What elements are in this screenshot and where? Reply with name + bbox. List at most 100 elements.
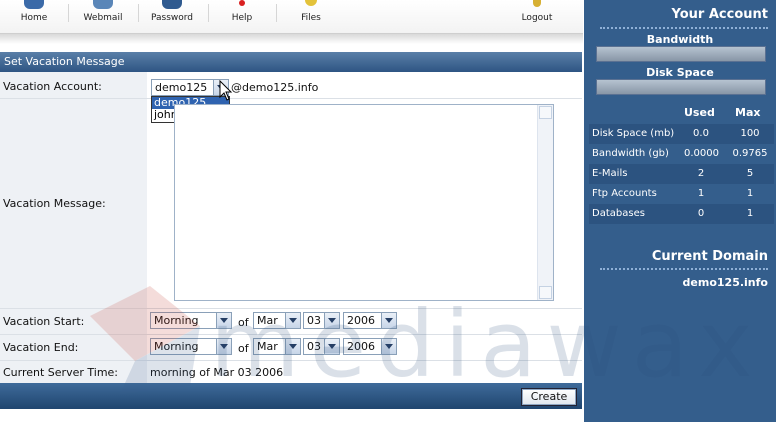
help-icon	[239, 0, 245, 6]
vacation-account-value: demo125	[155, 81, 208, 94]
table-row: Bandwidth (gb) 0.0000 0.9765	[589, 144, 774, 164]
dotted-divider	[600, 268, 768, 270]
scroll-up-icon[interactable]	[539, 106, 552, 119]
table-row: Databases 0 1	[589, 204, 774, 224]
toolbar-help-label: Help	[231, 13, 253, 23]
toolbar-files-label: Files	[301, 13, 321, 23]
toolbar-home[interactable]: Home	[14, 0, 54, 34]
home-icon	[24, 0, 44, 9]
start-month-value: Mar	[257, 314, 278, 327]
vacation-message-textarea[interactable]	[174, 104, 554, 301]
start-day-value: 03	[307, 314, 321, 327]
end-period-select[interactable]: Morning	[150, 338, 232, 355]
table-row: Disk Space (mb) 0.0 100	[589, 124, 774, 144]
vacation-message-label: Vacation Message:	[3, 197, 106, 210]
table-row: E-Mails 2 5	[589, 164, 774, 184]
stat-used: 2	[697, 168, 705, 179]
start-day-select[interactable]: 03	[303, 312, 340, 329]
start-month-select[interactable]: Mar	[253, 312, 301, 329]
row-divider	[0, 98, 582, 99]
section-header: Set Vacation Message	[0, 52, 582, 72]
chevron-down-icon[interactable]	[324, 313, 339, 328]
end-year-value: 2006	[347, 340, 375, 353]
stat-max: 1	[746, 208, 754, 219]
chevron-down-icon[interactable]	[285, 313, 300, 328]
chevron-down-icon[interactable]	[381, 339, 396, 354]
toolbar-webmail-label: Webmail	[83, 13, 123, 23]
account-domain: @demo125.info	[231, 81, 319, 94]
bandwidth-label: Bandwidth	[646, 33, 714, 46]
end-day-select[interactable]: 03	[303, 338, 340, 355]
toolbar-divider	[138, 4, 139, 22]
start-year-value: 2006	[347, 314, 375, 327]
disk-space-bar	[596, 79, 766, 95]
start-year-select[interactable]: 2006	[343, 312, 397, 329]
vacation-account-label: Vacation Account:	[3, 80, 102, 93]
files-icon	[305, 0, 317, 6]
start-period-value: Morning	[154, 314, 199, 327]
end-month-select[interactable]: Mar	[253, 338, 301, 355]
disk-space-label: Disk Space	[646, 66, 714, 79]
toolbar-files[interactable]: Files	[298, 0, 324, 34]
toolbar-home-label: Home	[20, 13, 48, 23]
current-domain-value: demo125.info	[682, 276, 768, 289]
stat-name: Databases	[592, 208, 645, 219]
toolbar-help[interactable]: Help	[228, 0, 256, 34]
toolbar-divider	[68, 4, 69, 22]
end-year-select[interactable]: 2006	[343, 338, 397, 355]
account-sidebar: Your Account Bandwidth Disk Space Used M…	[584, 0, 776, 422]
toolbar-logout[interactable]: Logout	[518, 0, 556, 34]
table-row: Ftp Accounts 1 1	[589, 184, 774, 204]
toolbar-divider	[276, 4, 277, 22]
textarea-scrollbar[interactable]	[537, 105, 553, 300]
label-column	[0, 72, 147, 383]
chevron-down-icon[interactable]	[216, 313, 231, 328]
stat-name: Disk Space (mb)	[592, 128, 675, 139]
of-text: of	[238, 342, 249, 355]
toolbar-divider	[208, 4, 209, 22]
stat-max: 0.9765	[732, 148, 768, 159]
row-divider	[0, 308, 582, 309]
end-period-value: Morning	[154, 340, 199, 353]
create-button[interactable]: Create	[521, 388, 577, 406]
vacation-end-label: Vacation End:	[3, 341, 79, 354]
dotted-divider	[600, 27, 768, 29]
top-toolbar: Home Webmail Password Help Files Logout	[0, 0, 583, 34]
stat-name: Bandwidth (gb)	[592, 148, 669, 159]
stat-max: 5	[746, 168, 754, 179]
scroll-down-icon[interactable]	[539, 286, 552, 299]
logout-icon	[533, 0, 541, 7]
stat-used: 0.0	[693, 128, 709, 139]
toolbar-password-label: Password	[150, 13, 194, 23]
stat-max: 100	[740, 128, 760, 139]
webmail-icon	[93, 0, 113, 9]
stat-used: 0.0000	[684, 148, 719, 159]
server-time-label: Current Server Time:	[3, 366, 119, 379]
vacation-account-select[interactable]: demo125	[151, 79, 229, 96]
chevron-down-icon[interactable]	[216, 339, 231, 354]
max-column-header: Max	[735, 106, 761, 119]
current-domain-title: Current Domain	[651, 249, 768, 264]
password-icon	[162, 0, 182, 9]
stat-max: 1	[746, 188, 754, 199]
chevron-down-icon[interactable]	[324, 339, 339, 354]
of-text: of	[238, 316, 249, 329]
chevron-down-icon[interactable]	[285, 339, 300, 354]
row-divider	[0, 334, 582, 335]
end-day-value: 03	[307, 340, 321, 353]
toolbar-password[interactable]: Password	[150, 0, 194, 34]
stat-name: Ftp Accounts	[592, 188, 657, 199]
stat-name: E-Mails	[592, 168, 628, 179]
chevron-down-icon[interactable]	[381, 313, 396, 328]
toolbar-logout-label: Logout	[521, 13, 553, 23]
server-time-value: morning of Mar 03 2006	[150, 366, 284, 379]
bandwidth-bar	[596, 46, 766, 62]
stat-used: 0	[697, 208, 705, 219]
used-column-header: Used	[684, 106, 715, 119]
vacation-start-label: Vacation Start:	[3, 315, 85, 328]
toolbar-webmail[interactable]: Webmail	[82, 0, 124, 34]
form-footer	[0, 383, 582, 409]
start-period-select[interactable]: Morning	[150, 312, 232, 329]
sidebar-title: Your Account	[671, 7, 768, 22]
end-month-value: Mar	[257, 340, 278, 353]
